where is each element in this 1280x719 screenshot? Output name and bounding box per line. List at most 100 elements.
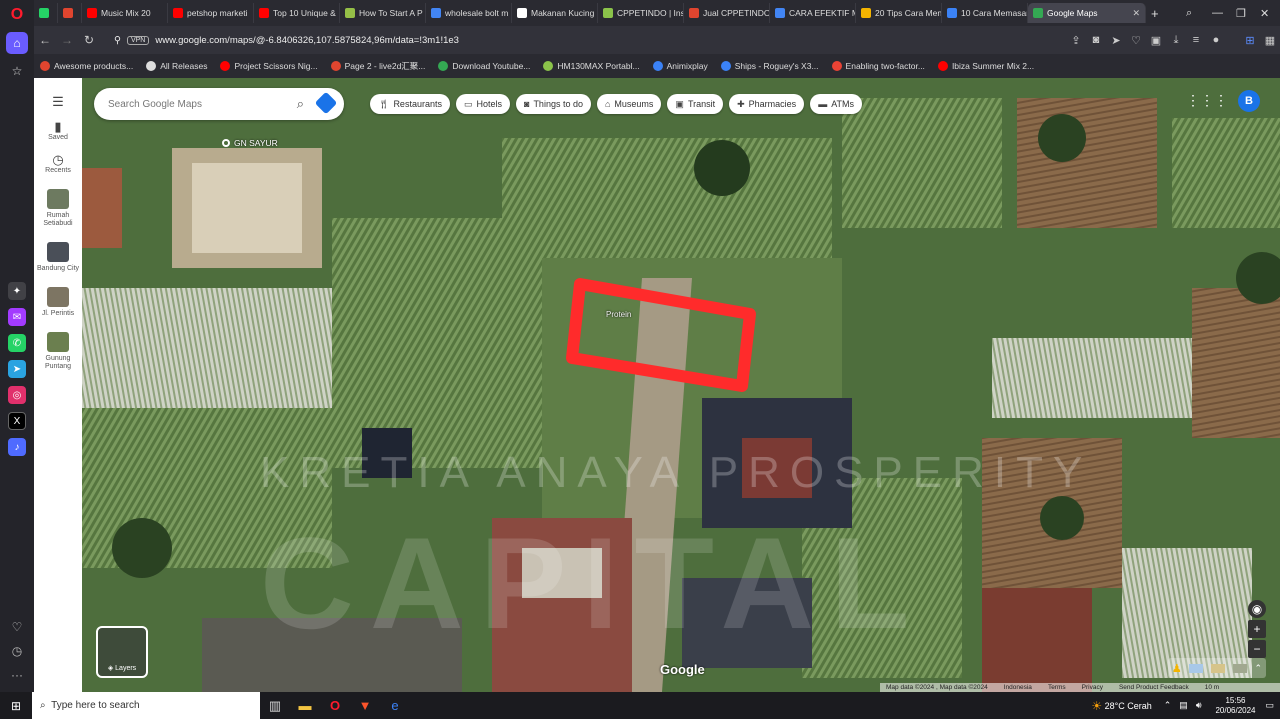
forward-button[interactable]: → <box>56 33 78 47</box>
wallet-icon[interactable]: ▣ <box>1146 34 1166 47</box>
pegman-icon[interactable]: ♟ <box>1172 662 1182 675</box>
chip-transit[interactable]: ▣ Transit <box>667 94 724 114</box>
zoom-out-button[interactable]: − <box>1248 640 1266 658</box>
translate-icon[interactable]: ⊞ <box>1240 34 1260 47</box>
player-icon[interactable]: ♪ <box>8 438 26 456</box>
tab-5[interactable]: How To Start A P <box>340 3 426 23</box>
chip-restaurants[interactable]: 🍴︎ Restaurants <box>370 94 450 114</box>
bookmark-0[interactable]: Awesome products... <box>40 61 133 71</box>
tab-4[interactable]: Top 10 Unique & <box>254 3 340 23</box>
attribution-item[interactable]: Send Product Feedback <box>1119 684 1189 691</box>
show-hidden-icon[interactable]: ⌃ <box>1164 700 1172 711</box>
site-info-icon[interactable]: ⚲ <box>114 35 121 46</box>
edge-icon[interactable]: e <box>380 698 410 713</box>
windows-start-icon[interactable]: ⊞ <box>0 699 32 713</box>
attribution-item[interactable]: Indonesia <box>1004 684 1032 691</box>
share-icon[interactable]: ⇪ <box>1066 34 1086 47</box>
chip-atms[interactable]: ▬ ATMs <box>810 94 863 114</box>
compass-icon[interactable]: ◉ <box>1248 600 1266 618</box>
tab-6[interactable]: wholesale bolt m <box>426 3 512 23</box>
zoom-in-button[interactable]: + <box>1248 620 1266 638</box>
close-tab-icon[interactable]: ✕ <box>1126 8 1140 19</box>
bookmark-8[interactable]: Enabling two-factor... <box>831 61 925 71</box>
minimize-button[interactable]: — <box>1212 0 1223 26</box>
task-view-icon[interactable]: ▥ <box>260 698 290 714</box>
place-label-gn-sayur[interactable]: GN SAYUR <box>222 138 278 148</box>
expand-icon[interactable]: ⌃ <box>1255 663 1263 674</box>
home-icon[interactable]: ⌂ <box>6 32 28 54</box>
network-icon[interactable]: ▤ <box>1179 700 1188 711</box>
imagery-thumb[interactable] <box>1232 663 1247 673</box>
search-tabs-icon[interactable]: ⌕ <box>1186 0 1192 26</box>
recent-place-3[interactable]: Gunung Puntang <box>34 332 82 371</box>
menu-icon[interactable]: ≡ <box>1186 34 1206 46</box>
send-icon[interactable]: ➤ <box>1106 34 1126 47</box>
volume-icon[interactable]: 🔊︎ <box>1196 700 1202 711</box>
vpn-badge[interactable]: VPN <box>126 35 150 45</box>
saved-button[interactable]: ▮ Saved <box>48 120 68 142</box>
snapshot-icon[interactable]: ◙ <box>1086 34 1106 46</box>
reload-button[interactable]: ↻ <box>78 33 100 47</box>
tab-13[interactable]: Google Maps ✕ <box>1028 3 1146 23</box>
notifications-icon[interactable]: ▭ <box>1265 700 1274 711</box>
chip-hotels[interactable]: ▭ Hotels <box>455 94 510 114</box>
heart-icon[interactable]: ♡ <box>6 616 28 638</box>
tab-0[interactable] <box>34 3 58 23</box>
chip-things-to-do[interactable]: ◙ Things to do <box>516 94 591 114</box>
place-label-prot[interactable]: Protein <box>606 310 631 319</box>
opera-logo-icon[interactable]: O <box>6 4 28 26</box>
download-icon[interactable]: ⤓ <box>1166 34 1186 47</box>
clock[interactable]: 15:56 20/06/2024 <box>1211 696 1259 716</box>
bookmark-4[interactable]: Download Youtube... <box>438 61 530 71</box>
heart-bookmark-icon[interactable]: ♡ <box>1126 34 1146 47</box>
recent-place-1[interactable]: Bandung City <box>37 242 79 273</box>
chip-pharmacies[interactable]: ✚ Pharmacies <box>729 94 805 114</box>
bookmark-7[interactable]: Ships - Roguey's X3... <box>720 61 819 71</box>
whatsapp-icon[interactable]: ✆ <box>8 334 26 352</box>
messenger-icon[interactable]: ✉ <box>8 308 26 326</box>
hamburger-menu-button[interactable]: ☰ <box>52 95 64 109</box>
tab-8[interactable]: CPPETINDO | Inst <box>598 3 684 23</box>
recent-place-0[interactable]: Rumah Setiabudi <box>34 189 82 228</box>
url-field[interactable]: ⚲ VPN www.google.com/maps/@-6.8406326,10… <box>114 31 1124 49</box>
directions-icon[interactable] <box>314 91 338 115</box>
imagery-thumb[interactable] <box>1189 663 1204 673</box>
chip-museums[interactable]: ⌂ Museums <box>596 94 662 114</box>
tab-1[interactable] <box>58 3 82 23</box>
search-icon[interactable]: ⌕ <box>297 96 304 112</box>
new-tab-button[interactable]: + <box>1146 3 1164 23</box>
imagery-thumb[interactable] <box>1211 663 1226 673</box>
tab-7[interactable]: Makanan Kucing <box>512 3 598 23</box>
bookmark-9[interactable]: Ibiza Summer Mix 2... <box>937 61 1034 71</box>
maximize-button[interactable]: ❐ <box>1236 0 1246 26</box>
aria-icon[interactable]: ✦ <box>8 282 26 300</box>
google-apps-icon[interactable]: ⋮⋮⋮ <box>1186 92 1228 109</box>
opera-taskbar-icon[interactable]: O <box>320 698 350 713</box>
tab-11[interactable]: 20 Tips Cara Men <box>856 3 942 23</box>
attribution-item[interactable]: Terms <box>1048 684 1066 691</box>
bookmark-1[interactable]: All Releases <box>146 61 207 71</box>
more-icon[interactable]: ··· <box>6 664 28 686</box>
taskbar-search-input[interactable]: ⌕ Type here to search <box>32 692 260 719</box>
bookmark-3[interactable]: Page 2 - live2d汇聚... <box>330 60 425 72</box>
search-input[interactable]: Search Google Maps ⌕ <box>94 88 344 120</box>
telegram-icon[interactable]: ➤ <box>8 360 26 378</box>
tab-10[interactable]: CARA EFEKTIF M <box>770 3 856 23</box>
weather-text[interactable]: 28°C Cerah <box>1105 701 1152 711</box>
weather-icon[interactable]: ☀ <box>1091 699 1102 713</box>
recents-button[interactable]: ◷ Recents <box>45 153 71 175</box>
back-button[interactable]: ← <box>34 33 56 47</box>
instagram-icon[interactable]: ◎ <box>8 386 26 404</box>
brave-icon[interactable]: ▼ <box>350 698 380 713</box>
history-icon[interactable]: ◷ <box>6 640 28 662</box>
tab-2[interactable]: Music Mix 20 <box>82 3 168 23</box>
x-twitter-icon[interactable]: X <box>8 412 26 430</box>
layers-button[interactable]: ◈ Layers <box>96 626 148 678</box>
tab-3[interactable]: petshop marketi <box>168 3 254 23</box>
tab-12[interactable]: 10 Cara Memasar <box>942 3 1028 23</box>
profile-icon[interactable]: ● <box>1206 34 1226 46</box>
bookmark-6[interactable]: Animixplay <box>652 61 708 71</box>
bookmark-5[interactable]: HM130MAX Portabl... <box>543 61 640 71</box>
recent-place-2[interactable]: Jl. Perintis <box>42 287 74 318</box>
extensions-icon[interactable]: ▦ <box>1260 34 1280 47</box>
